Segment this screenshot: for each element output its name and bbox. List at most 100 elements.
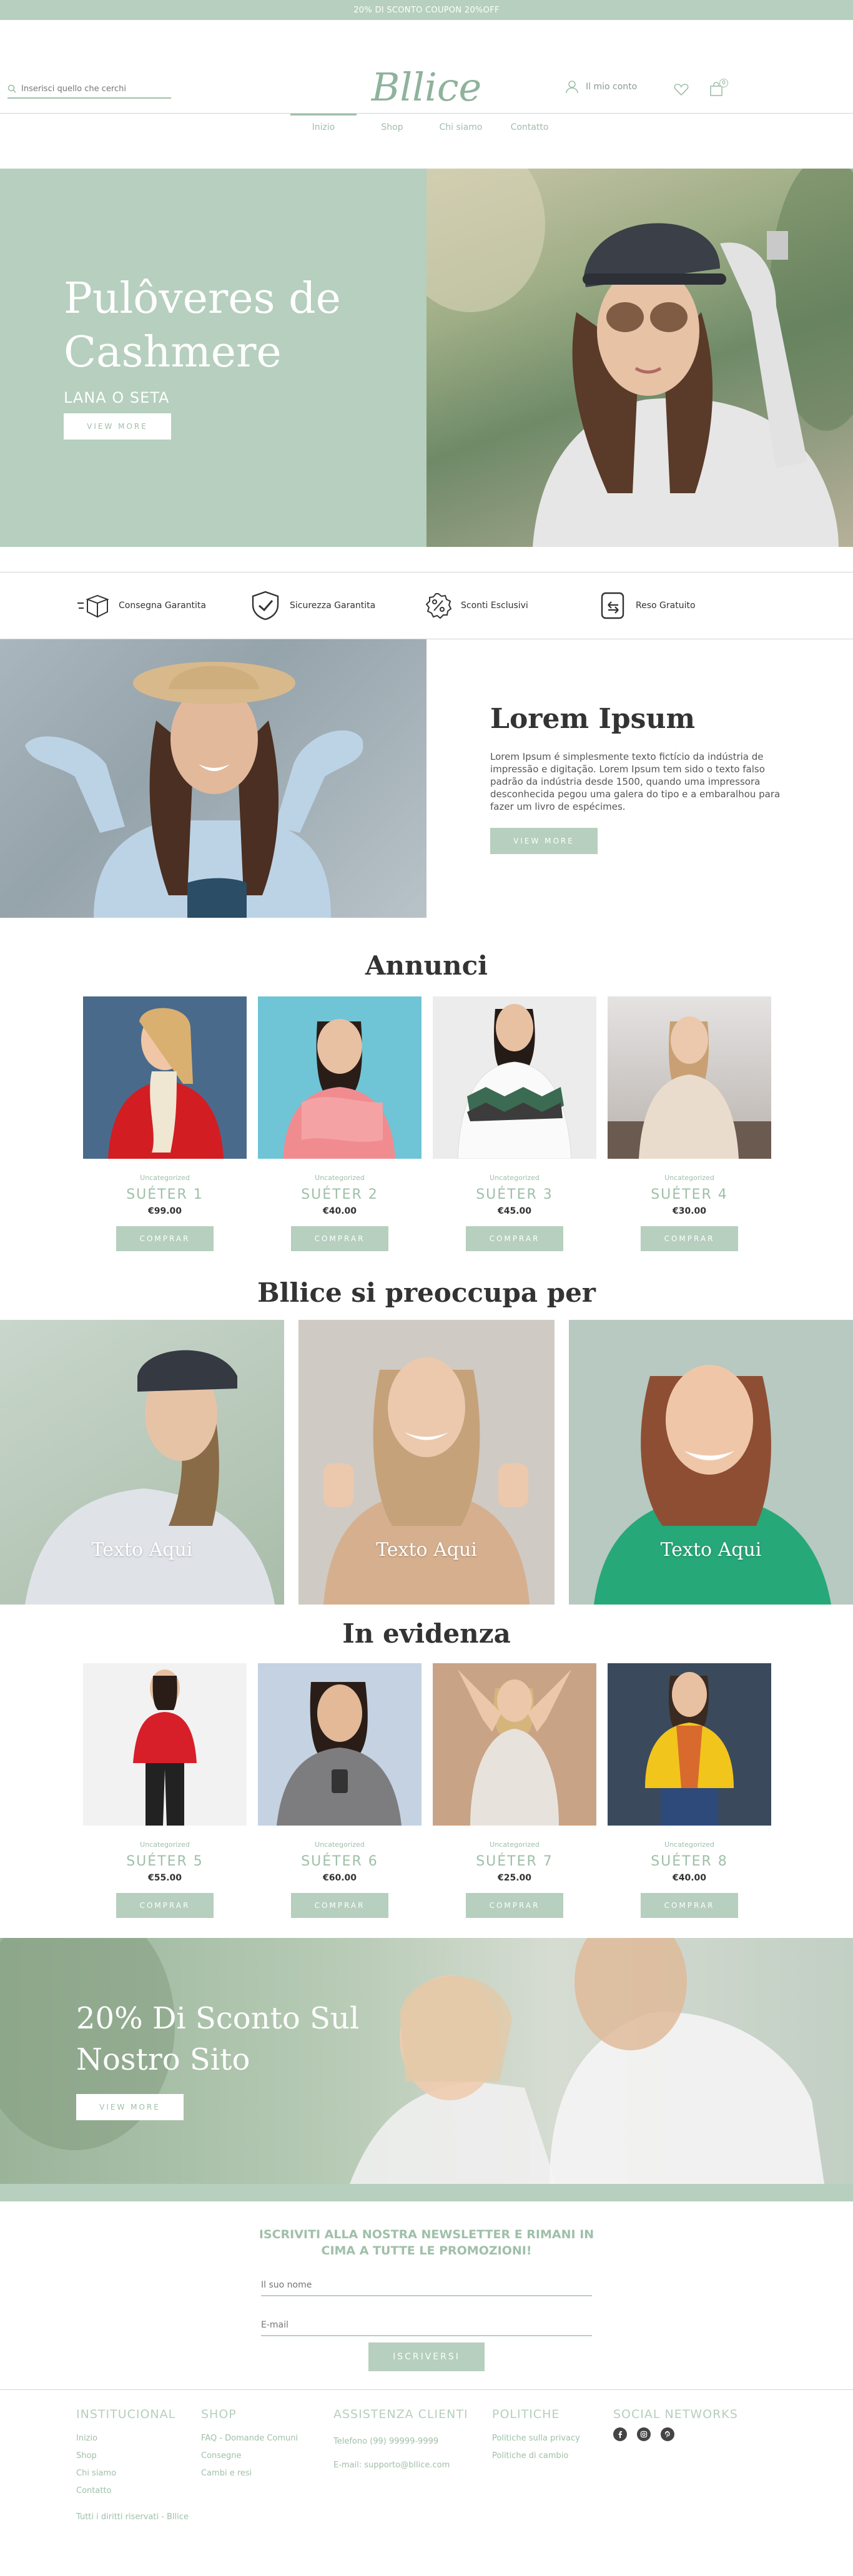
product-image[interactable] — [83, 1663, 247, 1826]
product-card[interactable]: Uncategorized SUÉTER 3 €45.00 COMPRAR — [433, 996, 596, 1251]
product-name[interactable]: SUÉTER 1 — [83, 1187, 247, 1202]
footer-col-title: SHOP — [201, 2407, 237, 2421]
product-image[interactable] — [433, 996, 596, 1159]
care-label: Texto Aqui — [376, 1539, 477, 1561]
product-name[interactable]: SUÉTER 6 — [258, 1854, 422, 1869]
product-card[interactable]: Uncategorized SUÉTER 5 €55.00 COMPRAR — [83, 1663, 247, 1918]
buy-button[interactable]: COMPRAR — [116, 1893, 214, 1918]
product-name[interactable]: SUÉTER 7 — [433, 1854, 596, 1869]
product-image[interactable] — [608, 1663, 771, 1826]
features-bar: Consegna Garantita Sicurezza Garantita S… — [0, 572, 853, 639]
box-icon — [77, 594, 109, 618]
product-price: €25.00 — [497, 1873, 532, 1883]
buy-button[interactable]: COMPRAR — [291, 1226, 388, 1251]
product-price: €40.00 — [322, 1206, 357, 1216]
newsletter-title: ISCRIVITI ALLA NOSTRA NEWSLETTER E RIMAN… — [259, 2228, 594, 2258]
site-header: Bllice Il mio conto 0 — [0, 20, 853, 114]
product-card[interactable]: Uncategorized SUÉTER 2 €40.00 COMPRAR — [258, 996, 422, 1251]
care-card[interactable]: Texto Aqui — [298, 1320, 555, 1605]
buy-button[interactable]: COMPRAR — [291, 1893, 388, 1918]
nav-item-shop[interactable]: Shop — [359, 114, 425, 139]
hero-image — [426, 169, 853, 547]
product-price: €55.00 — [147, 1873, 182, 1883]
product-image[interactable] — [608, 996, 771, 1159]
product-name[interactable]: SUÉTER 2 — [258, 1187, 422, 1202]
footer-link[interactable]: Contatto — [76, 2482, 175, 2500]
buy-button[interactable]: COMPRAR — [641, 1893, 738, 1918]
hero-text-panel: Pulôveres de Cashmere LANA O SETA VIEW M… — [0, 169, 426, 547]
facebook-icon[interactable] — [613, 2427, 627, 2441]
search-bar[interactable] — [7, 80, 171, 99]
product-card[interactable]: Uncategorized SUÉTER 4 €30.00 COMPRAR — [608, 996, 771, 1251]
footer-link[interactable]: Consegne — [201, 2447, 298, 2465]
product-name[interactable]: SUÉTER 8 — [608, 1854, 771, 1869]
hero-view-more-button[interactable]: VIEW MORE — [64, 413, 171, 440]
buy-button[interactable]: COMPRAR — [466, 1893, 563, 1918]
newsletter-email-field[interactable] — [261, 2315, 592, 2336]
promo-view-more-button[interactable]: VIEW MORE — [76, 2094, 184, 2120]
product-image[interactable] — [433, 1663, 596, 1826]
product-card[interactable]: Uncategorized SUÉTER 1 €99.00 COMPRAR — [83, 996, 247, 1251]
hero-subtitle: LANA O SETA — [64, 389, 170, 406]
product-price: €60.00 — [322, 1873, 357, 1883]
footer-link[interactable]: Chi siamo — [76, 2465, 175, 2482]
footer-link[interactable]: Politiche sulla privacy — [492, 2430, 580, 2447]
about-photo-illustration — [25, 662, 363, 918]
site-logo[interactable]: Bllice — [372, 61, 481, 112]
footer-col-politiche: POLITICHE Politiche sulla privacy Politi… — [492, 2407, 580, 2465]
copyright: Tutti i diritti riservati - Bllice — [76, 2512, 189, 2522]
search-icon — [7, 84, 16, 93]
product-image[interactable] — [83, 996, 247, 1159]
product-card[interactable]: Uncategorized SUÉTER 7 €25.00 COMPRAR — [433, 1663, 596, 1918]
buy-button[interactable]: COMPRAR — [641, 1226, 738, 1251]
footer-col-shop: SHOP FAQ - Domande Comuni Consegne Cambi… — [201, 2407, 298, 2482]
product-image[interactable] — [258, 1663, 422, 1826]
promo-banner: 20% Di Sconto Sul Nostro Sito VIEW MORE — [0, 1938, 853, 2184]
product-card[interactable]: Uncategorized SUÉTER 6 €60.00 COMPRAR — [258, 1663, 422, 1918]
account-link[interactable]: Il mio conto — [566, 80, 637, 94]
about-body: Lorem Ipsum é simplesmente texto fictíci… — [490, 751, 781, 812]
instagram-icon[interactable] — [637, 2427, 651, 2441]
product-category: Uncategorized — [315, 1841, 365, 1849]
hero-title-line2: Cashmere — [64, 328, 282, 377]
wishlist-button[interactable] — [671, 79, 692, 100]
product-category: Uncategorized — [490, 1841, 540, 1849]
care-card[interactable]: Texto Aqui — [569, 1320, 853, 1605]
footer-link[interactable]: Shop — [76, 2447, 175, 2465]
newsletter-name-field[interactable] — [261, 2275, 592, 2296]
cart-button[interactable]: 0 — [706, 79, 728, 100]
evidenza-title: In evidenza — [342, 1618, 511, 1649]
buy-button[interactable]: COMPRAR — [466, 1226, 563, 1251]
footer-link[interactable]: FAQ - Domande Comuni — [201, 2430, 298, 2447]
about-view-more-button[interactable]: VIEW MORE — [490, 828, 598, 854]
annunci-title: Annunci — [365, 950, 488, 981]
evidenza-products: Uncategorized SUÉTER 5 €55.00 COMPRAR Un… — [0, 1663, 853, 1938]
nav-item-contatto[interactable]: Contatto — [496, 114, 563, 139]
product-name[interactable]: SUÉTER 3 — [433, 1187, 596, 1202]
footer-col-title: INSTITUCIONAL — [76, 2407, 176, 2421]
product-category: Uncategorized — [490, 1174, 540, 1182]
footer-phone: Telefono (99) 99999-9999 — [333, 2437, 439, 2446]
search-input[interactable] — [21, 84, 165, 94]
product-card[interactable]: Uncategorized SUÉTER 8 €40.00 COMPRAR — [608, 1663, 771, 1918]
pinterest-icon[interactable] — [661, 2427, 674, 2441]
product-name[interactable]: SUÉTER 5 — [83, 1854, 247, 1869]
footer-link[interactable]: Cambi e resi — [201, 2465, 298, 2482]
footer-link[interactable]: Inizio — [76, 2430, 175, 2447]
feature-security: Sicurezza Garantita — [250, 590, 375, 621]
footer-link[interactable]: Politiche di cambio — [492, 2447, 580, 2465]
product-name[interactable]: SUÉTER 4 — [608, 1187, 771, 1202]
product-image[interactable] — [258, 996, 422, 1159]
nav-item-inizio[interactable]: Inizio — [290, 114, 357, 139]
newsletter-subscribe-button[interactable]: ISCRIVERSI — [368, 2342, 485, 2371]
promo-title-line1: 20% Di Sconto Sul — [76, 2001, 360, 2036]
product-price: €30.00 — [672, 1206, 707, 1216]
promo-title: 20% Di Sconto Sul Nostro Sito — [76, 1998, 359, 2080]
hero-title: Pulôveres de Cashmere — [64, 272, 341, 380]
heart-icon — [674, 84, 689, 96]
care-card[interactable]: Texto Aqui — [0, 1320, 284, 1605]
footer-email[interactable]: E-mail: supporto@bllice.com — [333, 2454, 468, 2477]
nav-item-chi-siamo[interactable]: Chi siamo — [428, 114, 494, 139]
buy-button[interactable]: COMPRAR — [116, 1226, 214, 1251]
hero-banner: Pulôveres de Cashmere LANA O SETA VIEW M… — [0, 169, 853, 547]
